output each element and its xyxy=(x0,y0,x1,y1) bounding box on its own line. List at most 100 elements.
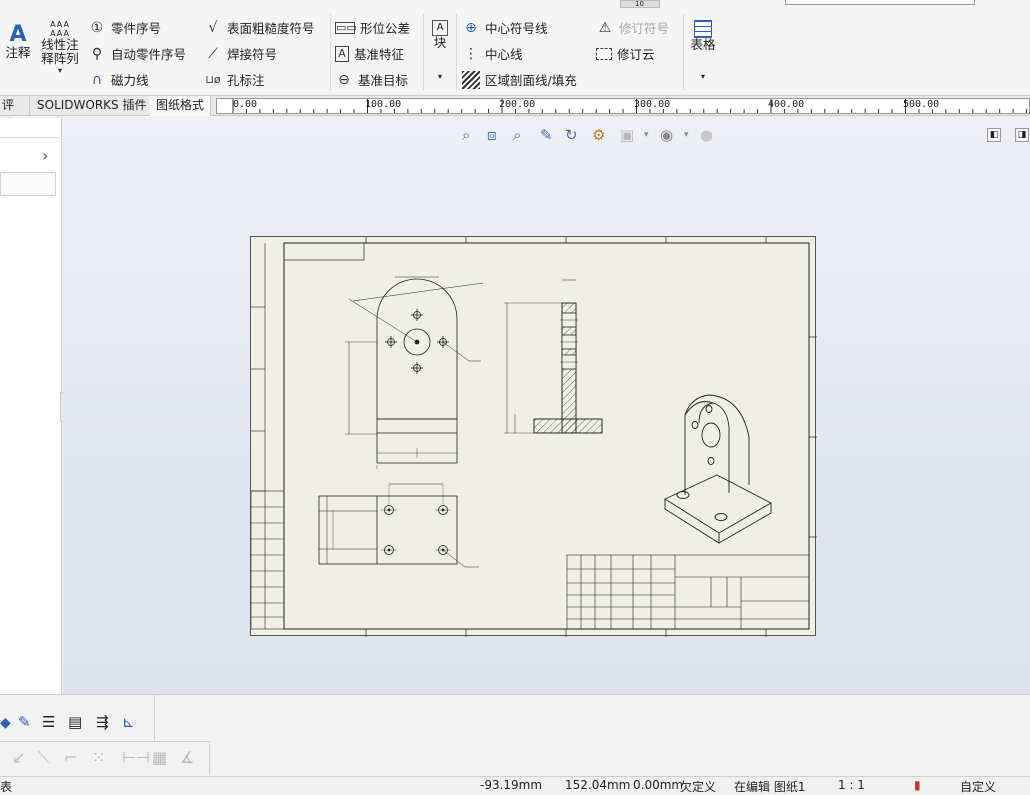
note-icon: A xyxy=(9,22,27,47)
weld-icon: ⟋ xyxy=(208,45,218,62)
zoom-in-out-icon[interactable]: ⌕ xyxy=(513,126,521,144)
table-label: 表格 xyxy=(690,37,716,52)
cloud-icon xyxy=(596,47,612,60)
sketch-diagonal-icon[interactable]: ⟍ xyxy=(38,748,49,768)
auto-balloon-icon: ⚲ xyxy=(91,45,103,62)
gtol-label: 形位公差 xyxy=(360,21,411,36)
zoom-to-area-icon[interactable]: ⧈ xyxy=(487,126,497,144)
angle-icon[interactable]: ∡ xyxy=(180,748,194,767)
chevron-right-icon[interactable]: › xyxy=(42,146,48,165)
ribbon-separator xyxy=(423,14,424,90)
bottom-toolbar-area: ◆ ✎ ☰ ▤ ⇶ ⊾ ↙ ⟍ ⌐ ⁙ ⊢⊣ ▦ ∡ xyxy=(0,694,1030,776)
ribbon-separator xyxy=(683,14,684,90)
chevron-down-icon[interactable]: ▾ xyxy=(38,66,82,76)
ruler-label: 400.00 xyxy=(768,99,805,110)
status-editing-sheet[interactable]: 在编辑 图纸1 xyxy=(734,778,805,795)
area-hatch-label: 区域剖面线/填充 xyxy=(485,73,577,88)
linear-note-label-2: 释阵列 xyxy=(41,51,79,66)
sketch-grid-dots-icon[interactable]: ⁙ xyxy=(92,748,105,767)
search-box[interactable] xyxy=(785,0,975,5)
top-numeric-field[interactable]: 10 xyxy=(620,0,660,8)
area-hatch-button[interactable]: 区域剖面线/填充 xyxy=(462,70,577,89)
gtol-icon: ▭▭ xyxy=(335,20,357,34)
tab-addins-label: SOLIDWORKS 插件 xyxy=(37,98,147,112)
drawing-sheet[interactable] xyxy=(250,236,817,637)
chevron-down-icon[interactable]: ▾ xyxy=(644,130,649,140)
hide-show-icon[interactable]: ◉ xyxy=(660,126,673,144)
rotate-icon[interactable]: ↻ xyxy=(565,126,578,144)
sketch-line-icon[interactable]: ↙ xyxy=(12,748,25,767)
status-definition-state: 欠定义 xyxy=(680,780,717,794)
grid-icon[interactable]: ▦ xyxy=(152,748,167,767)
panel-header xyxy=(0,122,60,138)
auto-balloon-label: 自动零件序号 xyxy=(111,47,187,62)
tab-sheet-format-label: 图纸格式 xyxy=(156,98,205,112)
revision-cloud-button[interactable]: 修订云 xyxy=(596,44,655,63)
annotate-button[interactable]: A 注释 xyxy=(2,24,34,60)
collapse-left-icon[interactable]: ◧ xyxy=(987,128,1001,142)
annotate-label: 注释 xyxy=(5,45,31,60)
color-display-icon[interactable]: ⊾ xyxy=(122,713,135,731)
line-thickness-icon[interactable]: ☰ xyxy=(42,713,55,731)
status-units[interactable]: 自定义 xyxy=(960,778,996,795)
chevron-down-icon[interactable]: ▾ xyxy=(684,130,689,140)
chevron-down-icon[interactable]: ▾ xyxy=(688,70,718,84)
tab-evaluate[interactable]: 评估 xyxy=(0,96,30,131)
panel-field[interactable] xyxy=(0,172,56,196)
warning-triangle-icon: ⚠ xyxy=(598,19,612,36)
feature-manager-panel: › xyxy=(0,118,62,694)
hole-callout-button[interactable]: ⊔ø 孔标注 xyxy=(204,70,264,89)
centerline-button[interactable]: ⋮ 中心线 xyxy=(462,44,523,63)
centerline-icon: ⋮ xyxy=(464,45,478,62)
balloon-icon: ① xyxy=(90,19,104,36)
line-color-icon[interactable]: ✎ xyxy=(18,713,31,731)
ribbon-separator xyxy=(330,14,331,90)
status-scale[interactable]: 1 : 1 xyxy=(838,778,865,792)
sketch-corner-icon[interactable]: ⌐ xyxy=(64,748,77,767)
datum-target-button[interactable]: ⊖ 基准目标 xyxy=(335,70,408,89)
sketch-pencil-icon[interactable]: ✎ xyxy=(540,126,553,144)
surface-finish-button[interactable]: √ 表面粗糙度符号 xyxy=(204,18,315,37)
block-button[interactable]: A 块 ▾ xyxy=(428,20,452,84)
linear-note-label-1: 线性注 xyxy=(41,37,79,52)
linear-pattern-icon: AAA AAA xyxy=(50,20,70,38)
block-label: 块 xyxy=(433,35,447,50)
balloon-button[interactable]: ① 零件序号 xyxy=(88,18,161,37)
datum-target-icon: ⊖ xyxy=(338,71,350,88)
gtol-button[interactable]: ▭▭ 形位公差 xyxy=(335,18,410,37)
drawing-content xyxy=(250,237,817,637)
datum-feature-button[interactable]: A 基准特征 xyxy=(335,44,404,63)
center-mark-label: 中心符号线 xyxy=(485,21,548,36)
table-button[interactable]: 表格 ▾ xyxy=(688,20,718,84)
hide-show-edges-icon[interactable]: ⇶ xyxy=(96,713,109,731)
revision-symbol-button[interactable]: ⚠ 修订符号 xyxy=(596,18,669,37)
revision-cloud-label: 修订云 xyxy=(617,47,655,62)
center-mark-button[interactable]: ⊕ 中心符号线 xyxy=(462,18,548,37)
status-bar: 表 -93.19mm 152.04mm 0.00mm 欠定义 在编辑 图纸1 1… xyxy=(0,776,1030,795)
centerline-label: 中心线 xyxy=(485,47,523,62)
chevron-down-icon[interactable]: ▾ xyxy=(428,70,452,84)
rebuild-status-icon[interactable]: ▮ xyxy=(914,778,921,792)
surface-finish-icon: √ xyxy=(208,19,218,36)
tab-solidworks-addins[interactable]: SOLIDWORKS 插件 xyxy=(31,96,154,116)
dimension-icon[interactable]: ⊢⊣ xyxy=(122,748,150,767)
status-y-coord: 152.04mm xyxy=(565,778,631,792)
sketch-toolbar: ↙ ⟍ ⌐ ⁙ ⊢⊣ ▦ ∡ xyxy=(0,741,210,775)
zoom-to-fit-icon[interactable]: ⌕ xyxy=(462,126,470,144)
rebuild-icon[interactable]: ⚙ xyxy=(592,126,605,144)
format-toolbar: ◆ ✎ ☰ ▤ ⇶ ⊾ xyxy=(0,695,155,741)
tab-sheet-format[interactable]: 图纸格式 xyxy=(150,96,212,116)
linear-note-pattern-button[interactable]: AAA AAA 线性注 释阵列 ▾ xyxy=(38,20,82,76)
view-orientation-icon[interactable]: ▣ xyxy=(620,126,634,144)
collapse-right-icon[interactable]: ◨ xyxy=(1015,128,1029,142)
appearance-icon[interactable]: ● xyxy=(700,126,713,144)
magnetic-line-button[interactable]: ∩ 磁力线 xyxy=(88,70,149,89)
auto-balloon-button[interactable]: ⚲ 自动零件序号 xyxy=(88,44,186,63)
line-style-icon[interactable]: ▤ xyxy=(68,713,82,731)
layer-icon[interactable]: ◆ xyxy=(0,715,11,731)
hatch-icon xyxy=(462,70,480,89)
command-manager-ribbon: 10 A 注释 AAA AAA 线性注 释阵列 ▾ ① 零件序号 ⚲ 自动零件序号 ∩… xyxy=(0,0,1030,96)
weld-symbol-button[interactable]: ⟋ 焊接符号 xyxy=(204,44,277,63)
table-icon xyxy=(694,20,712,38)
block-icon: A xyxy=(432,20,448,36)
